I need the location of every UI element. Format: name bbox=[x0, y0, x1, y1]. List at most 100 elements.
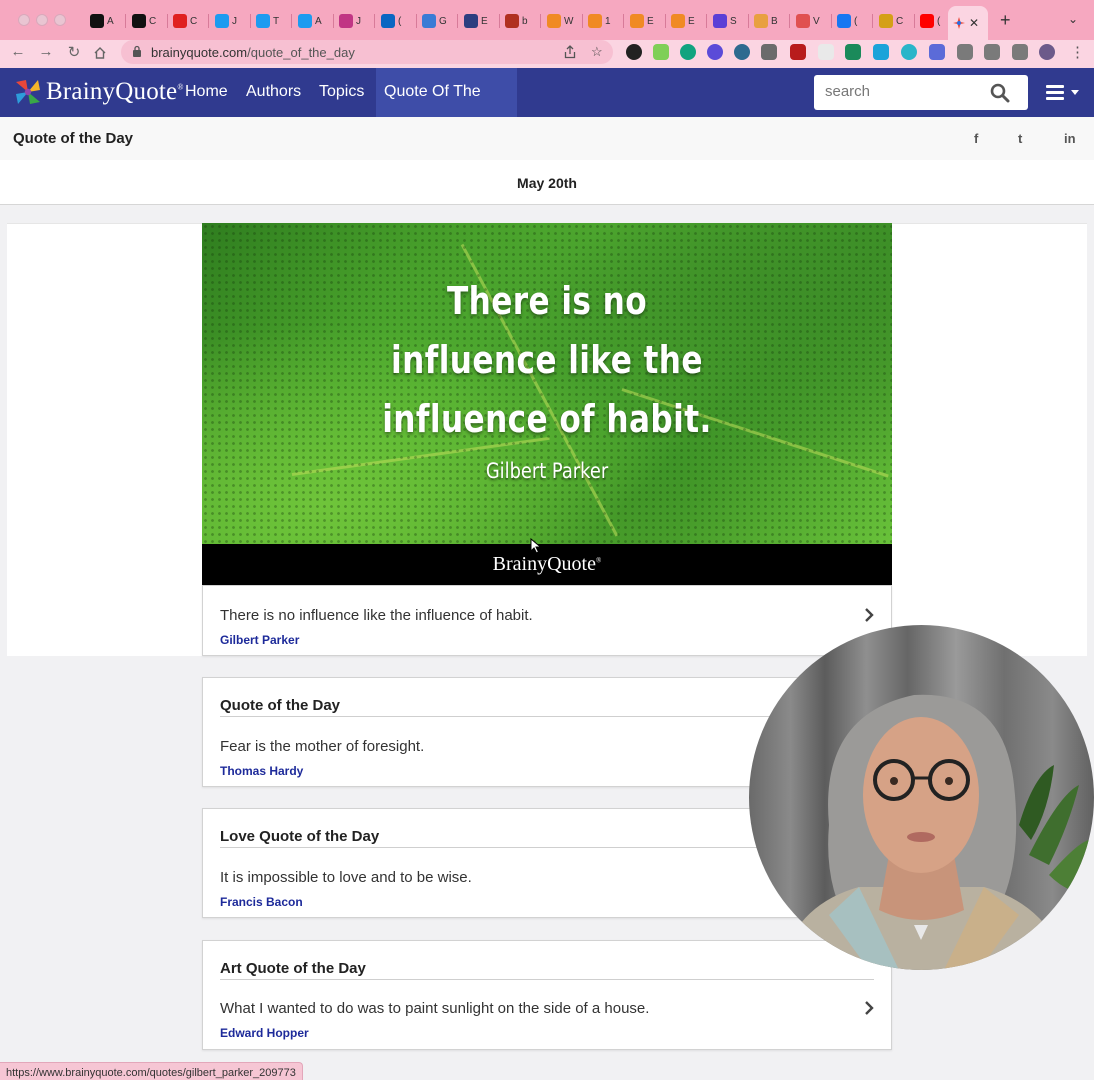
site-navbar: BrainyQuote® Home Authors Topics Quote O… bbox=[0, 68, 1094, 148]
tab-title: T bbox=[273, 15, 280, 27]
close-tab-icon[interactable]: ✕ bbox=[969, 16, 979, 30]
search-icon[interactable] bbox=[990, 83, 1010, 103]
browser-tab[interactable]: E bbox=[667, 8, 707, 34]
extension-pdf-icon[interactable] bbox=[790, 44, 806, 60]
browser-tab[interactable]: T bbox=[252, 8, 292, 34]
back-arrow-icon[interactable]: ← bbox=[8, 43, 28, 60]
linkedin-share-icon[interactable]: in bbox=[1064, 131, 1076, 146]
extension-spark-icon[interactable] bbox=[707, 44, 723, 60]
browser-tab[interactable]: S bbox=[709, 8, 749, 34]
tab-brainyquote-active[interactable]: ✕ bbox=[948, 6, 988, 40]
tab-separator bbox=[250, 14, 251, 28]
window-close-dot[interactable] bbox=[18, 14, 30, 26]
quote-author-link[interactable]: Gilbert Parker bbox=[220, 633, 299, 647]
quote-text[interactable]: What I wanted to do was to paint sunligh… bbox=[220, 1000, 649, 1017]
address-bar[interactable]: brainyquote.com/quote_of_the_day ☆ bbox=[121, 40, 613, 64]
profile-avatar[interactable] bbox=[1039, 44, 1055, 60]
tab-title: G bbox=[439, 15, 447, 27]
menu-caret-icon[interactable] bbox=[1071, 90, 1079, 95]
url-text: brainyquote.com/quote_of_the_day bbox=[151, 45, 355, 60]
browser-tab[interactable]: C bbox=[875, 8, 915, 34]
twitter-share-icon[interactable]: t bbox=[1018, 131, 1022, 146]
chevron-right-icon[interactable] bbox=[864, 1000, 874, 1016]
extension-leaf-icon[interactable] bbox=[761, 44, 777, 60]
tab-title: J bbox=[232, 15, 237, 27]
browser-tab[interactable]: G bbox=[418, 8, 458, 34]
image-brand-text: BrainyQuote® bbox=[492, 553, 602, 575]
date-band: May 20th bbox=[0, 160, 1094, 205]
browser-tab[interactable]: b bbox=[501, 8, 541, 34]
tab-separator bbox=[125, 14, 126, 28]
extension-k-icon[interactable] bbox=[626, 44, 642, 60]
quote-image-footer: BrainyQuote® bbox=[202, 544, 892, 585]
extension-check-icon[interactable] bbox=[845, 44, 861, 60]
quote-text[interactable]: Fear is the mother of foresight. bbox=[220, 738, 424, 755]
extensions-puzzle-icon[interactable] bbox=[957, 44, 973, 60]
home-icon[interactable] bbox=[93, 46, 107, 60]
browser-tab[interactable]: E bbox=[626, 8, 666, 34]
browser-menu-icon[interactable]: ⋮ bbox=[1070, 43, 1085, 61]
browser-tab[interactable]: ( bbox=[833, 8, 873, 34]
image-quote-author: Gilbert Parker bbox=[485, 459, 609, 483]
tab-title: C bbox=[190, 15, 198, 27]
browser-tab[interactable]: E bbox=[460, 8, 500, 34]
extension-grammar-icon[interactable] bbox=[653, 44, 669, 60]
brainyquote-logo[interactable]: BrainyQuote® bbox=[12, 76, 184, 108]
browser-tab[interactable]: C bbox=[128, 8, 168, 34]
quote-image[interactable]: There is no influence like the influence… bbox=[202, 223, 892, 544]
chevron-right-icon[interactable] bbox=[864, 607, 874, 623]
extension-a-icon[interactable] bbox=[680, 44, 696, 60]
forward-arrow-icon[interactable]: → bbox=[36, 43, 56, 60]
tab-separator bbox=[623, 14, 624, 28]
art-quote-of-the-day-card[interactable]: Art Quote of the Day What I wanted to do… bbox=[202, 940, 892, 1050]
tab-favicon-icon bbox=[588, 14, 602, 28]
tab-favicon-icon bbox=[339, 14, 353, 28]
search-input[interactable] bbox=[825, 83, 985, 100]
nav-quote-of-the-day[interactable]: Quote Of The Day bbox=[376, 68, 517, 148]
side-panel-icon[interactable] bbox=[1012, 44, 1028, 60]
share-page-icon[interactable] bbox=[564, 45, 576, 59]
featured-quote-card[interactable]: There is no influence like the influence… bbox=[202, 585, 892, 656]
quote-author-link[interactable]: Francis Bacon bbox=[220, 895, 303, 909]
extension-at-icon[interactable] bbox=[734, 44, 750, 60]
window-zoom-dot[interactable] bbox=[54, 14, 66, 26]
extension-drop-icon[interactable] bbox=[901, 44, 917, 60]
browser-tab[interactable]: J bbox=[335, 8, 375, 34]
extension-bars-icon[interactable] bbox=[929, 44, 945, 60]
window-minimize-dot[interactable] bbox=[36, 14, 48, 26]
reload-icon[interactable]: ↻ bbox=[64, 43, 84, 61]
quote-author-link[interactable]: Thomas Hardy bbox=[220, 764, 303, 778]
extension-oh-icon[interactable] bbox=[818, 44, 834, 60]
tab-separator bbox=[291, 14, 292, 28]
tab-title: J bbox=[356, 15, 361, 27]
nav-home[interactable]: Home bbox=[177, 68, 236, 117]
tab-title: S bbox=[730, 15, 737, 27]
browser-tab[interactable]: J bbox=[211, 8, 251, 34]
tab-title: A bbox=[315, 15, 322, 27]
brainyquote-favicon-icon bbox=[953, 17, 965, 29]
browser-tab[interactable]: ( bbox=[377, 8, 417, 34]
browser-tab[interactable]: C bbox=[169, 8, 209, 34]
extension-vimeo-icon[interactable] bbox=[873, 44, 889, 60]
quote-text[interactable]: There is no influence like the influence… bbox=[220, 607, 533, 624]
new-tab-button[interactable]: + bbox=[1000, 10, 1011, 31]
reading-list-icon[interactable] bbox=[984, 44, 1000, 60]
search-box bbox=[814, 75, 1028, 110]
bookmark-star-icon[interactable]: ☆ bbox=[591, 44, 603, 60]
quote-author-link[interactable]: Edward Hopper bbox=[220, 1026, 309, 1040]
nav-authors[interactable]: Authors bbox=[238, 68, 309, 117]
browser-tab[interactable]: B bbox=[750, 8, 790, 34]
browser-tab[interactable]: 1 bbox=[584, 8, 624, 34]
tab-separator bbox=[872, 14, 873, 28]
tab-title: 1 bbox=[605, 15, 611, 27]
menu-hamburger-icon[interactable] bbox=[1046, 85, 1064, 101]
browser-tab[interactable]: A bbox=[294, 8, 334, 34]
browser-tab[interactable]: W bbox=[543, 8, 583, 34]
facebook-share-icon[interactable]: f bbox=[974, 131, 978, 146]
tab-favicon-icon bbox=[796, 14, 810, 28]
tab-search-chevron-icon[interactable]: ⌄ bbox=[1068, 12, 1078, 26]
browser-tab[interactable]: A bbox=[86, 8, 126, 34]
quote-text[interactable]: It is impossible to love and to be wise. bbox=[220, 869, 472, 886]
nav-topics[interactable]: Topics bbox=[311, 68, 372, 117]
browser-tab[interactable]: V bbox=[792, 8, 832, 34]
